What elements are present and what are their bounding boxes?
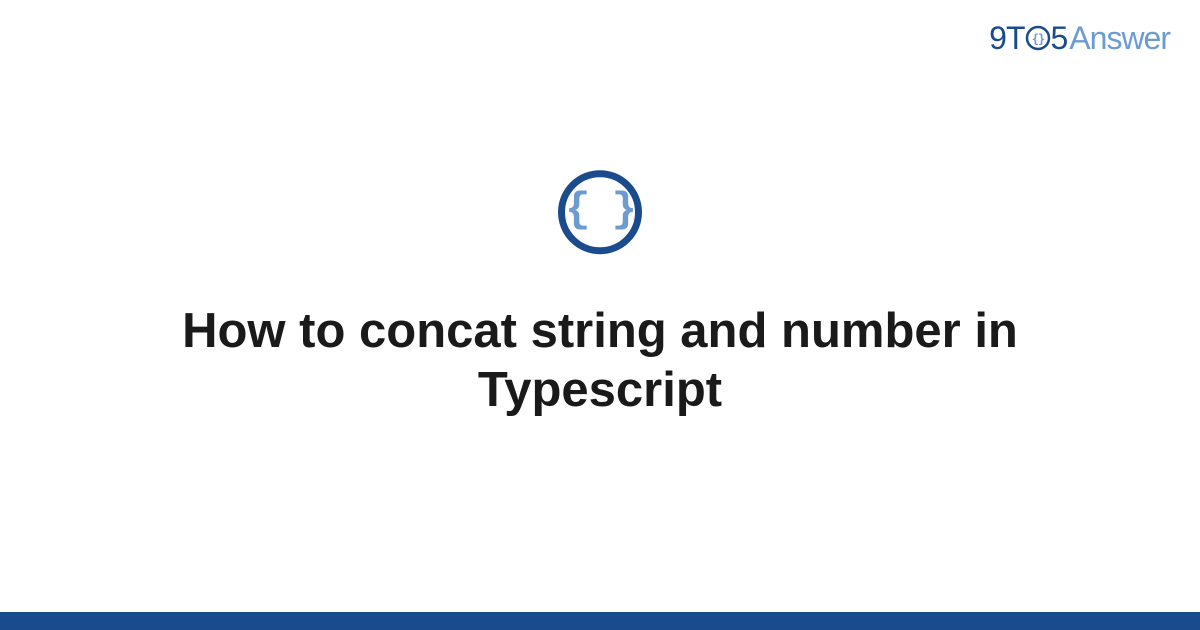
main-content: { } How to concat string and number in T… [0,170,1200,420]
logo-five: 5 [1051,20,1068,57]
svg-text:{}: {} [1031,32,1044,46]
logo-o-icon: {} [1025,25,1051,51]
logo-answer: Answer [1069,20,1170,57]
site-logo: 9 T {} 5 Answer [989,20,1170,57]
logo-nine: 9 [989,20,1006,57]
logo-t: T [1006,20,1025,57]
page-title: How to concat string and number in Types… [100,302,1100,420]
topic-icon-circle: { } [558,170,642,254]
footer-accent-bar [0,612,1200,630]
code-braces-icon: { } [565,189,635,231]
